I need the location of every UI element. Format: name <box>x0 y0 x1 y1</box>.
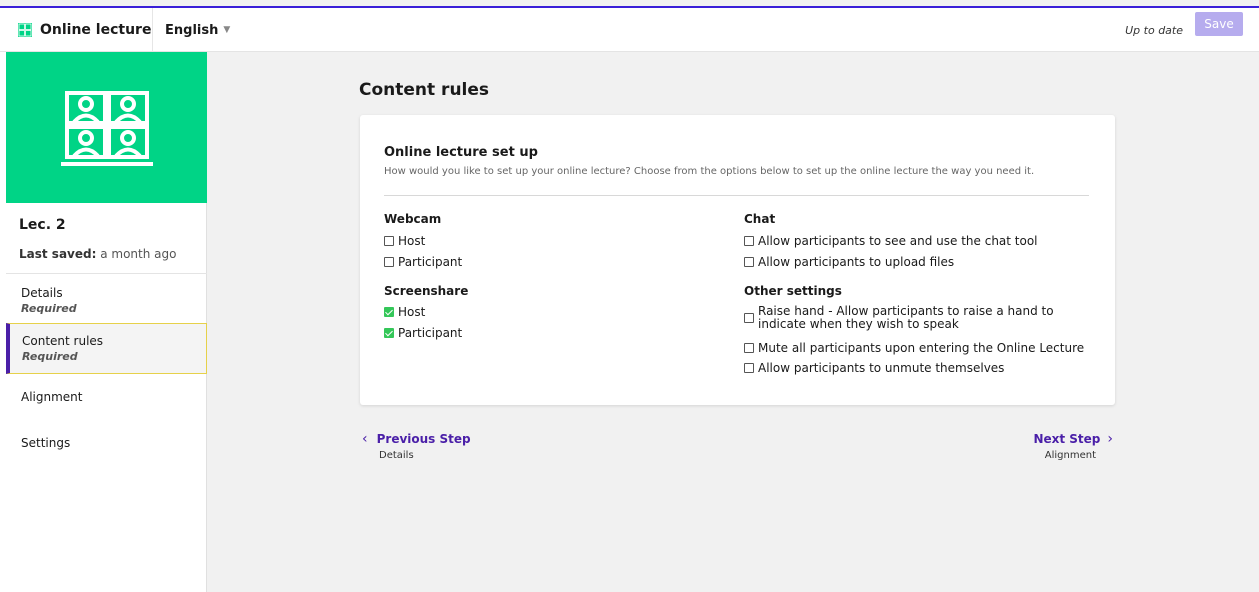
screenshare-host-checkbox[interactable] <box>384 307 394 317</box>
chevron-down-icon: ▼ <box>223 25 231 35</box>
sidebar-item-label: Content rules <box>22 334 104 348</box>
required-label: Required <box>22 350 78 363</box>
screenshare-host-option[interactable]: Host <box>384 305 425 319</box>
sidebar-item-label: Details <box>21 286 63 300</box>
chat-group-title: Chat <box>744 212 776 226</box>
mute-all-option[interactable]: Mute all participants upon entering the … <box>744 341 1084 355</box>
app-name: Online lecture <box>40 22 152 38</box>
sidebar-item-settings[interactable]: Settings <box>6 436 207 450</box>
previous-step-label: Previous Step <box>376 432 471 446</box>
option-label: Participant <box>398 255 463 269</box>
online-lecture-icon <box>60 90 153 166</box>
required-label: Required <box>21 302 77 315</box>
language-selector[interactable]: English ▼ <box>165 8 230 52</box>
save-status: Up to date <box>1125 23 1183 37</box>
next-step-sub: Alignment <box>1044 450 1096 461</box>
unmute-checkbox[interactable] <box>744 363 754 373</box>
previous-step-link[interactable]: ‹ Previous Step <box>362 431 471 447</box>
card-divider <box>384 195 1089 196</box>
sidebar: Lec. 2 Last saved: a month ago Details R… <box>0 52 207 592</box>
online-lecture-icon <box>18 23 32 37</box>
page-title: Content rules <box>359 80 490 100</box>
webcam-participant-option[interactable]: Participant <box>384 255 462 269</box>
top-bar: Online lecture English ▼ Up to date Save <box>0 8 1259 52</box>
option-label: Raise hand - Allow participants to raise… <box>758 304 1054 331</box>
screenshare-group-title: Screenshare <box>384 284 469 298</box>
sidebar-item-content-rules[interactable]: Content rules Required <box>6 323 207 374</box>
screenshare-participant-option[interactable]: Participant <box>384 326 462 340</box>
sidebar-item-alignment[interactable]: Alignment <box>6 390 207 404</box>
webcam-participant-checkbox[interactable] <box>384 257 394 267</box>
option-label: Participant <box>398 326 463 340</box>
upload-files-checkbox[interactable] <box>744 257 754 267</box>
previous-step[interactable]: ‹ Previous Step Details <box>362 431 471 461</box>
sidebar-item-details[interactable]: Details Required <box>6 286 207 315</box>
chevron-left-icon: ‹ <box>362 431 368 447</box>
sidebar-item-label: Settings <box>21 436 71 450</box>
unmute-option[interactable]: Allow participants to unmute themselves <box>744 361 1004 375</box>
option-label: Mute all participants upon entering the … <box>758 341 1085 355</box>
language-label: English <box>165 22 219 38</box>
chat-tool-checkbox[interactable] <box>744 236 754 246</box>
chevron-right-icon: › <box>1107 431 1113 447</box>
app-brand[interactable]: Online lecture <box>0 8 153 52</box>
raise-hand-checkbox[interactable] <box>744 313 754 323</box>
raise-hand-option[interactable]: Raise hand - Allow participants to raise… <box>744 305 1064 331</box>
other-settings-group-title: Other settings <box>744 284 842 298</box>
next-step-link[interactable]: Next Step › <box>1033 431 1113 447</box>
webcam-host-checkbox[interactable] <box>384 236 394 246</box>
chat-tool-option[interactable]: Allow participants to see and use the ch… <box>744 234 1038 248</box>
setup-card: Online lecture set up How would you like… <box>360 115 1115 405</box>
option-label: Allow participants to see and use the ch… <box>758 234 1038 248</box>
previous-step-sub: Details <box>379 450 414 461</box>
lecture-thumbnail <box>6 52 207 203</box>
next-step-label: Next Step <box>1033 432 1101 446</box>
next-step[interactable]: Next Step › Alignment <box>1033 431 1113 461</box>
option-label: Host <box>398 305 426 319</box>
last-saved-label: Last saved: <box>19 247 97 261</box>
option-label: Allow participants to upload files <box>758 255 955 269</box>
screenshare-participant-checkbox[interactable] <box>384 328 394 338</box>
webcam-group-title: Webcam <box>384 212 442 226</box>
option-label: Host <box>398 234 426 248</box>
save-button[interactable]: Save <box>1195 12 1243 36</box>
card-title: Online lecture set up <box>384 145 538 160</box>
option-label: Allow participants to unmute themselves <box>758 361 1005 375</box>
last-saved: Last saved: a month ago <box>19 247 176 261</box>
upload-files-option[interactable]: Allow participants to upload files <box>744 255 954 269</box>
lecture-title: Lec. 2 <box>19 217 66 233</box>
webcam-host-option[interactable]: Host <box>384 234 425 248</box>
mute-all-checkbox[interactable] <box>744 343 754 353</box>
sidebar-divider <box>6 273 207 274</box>
last-saved-value: a month ago <box>100 247 177 261</box>
card-description: How would you like to set up your online… <box>384 166 1035 177</box>
sidebar-item-label: Alignment <box>21 390 83 404</box>
